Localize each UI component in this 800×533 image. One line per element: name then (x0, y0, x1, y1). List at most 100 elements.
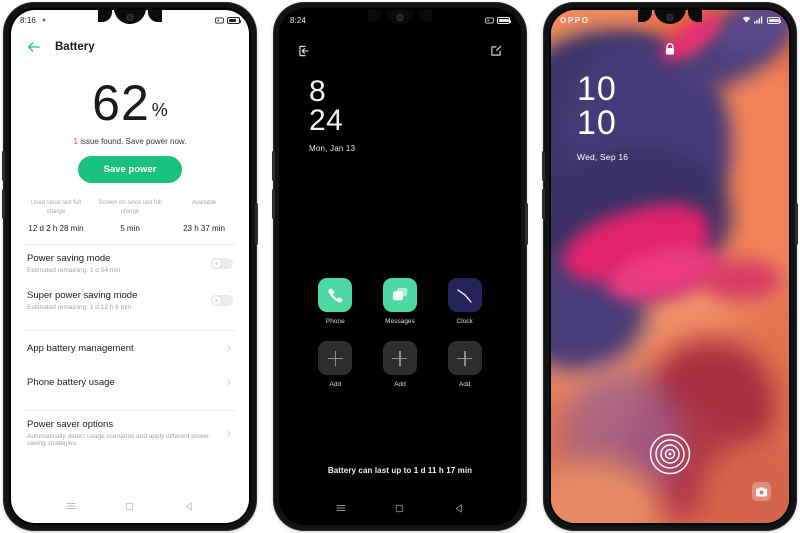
status-time: 8:16 (20, 15, 36, 25)
percent-symbol: % (151, 100, 168, 120)
plus-icon (447, 341, 482, 375)
screenshot-canvas: 8:16 Battery 62 % 1 issue found. Save po… (0, 0, 800, 533)
lock-icon (664, 42, 677, 57)
clock-date: Wed, Sep 16 (577, 152, 629, 162)
stat-label: Available (191, 200, 217, 206)
battery-app-bar: Battery (11, 30, 249, 64)
row-app-battery-management[interactable]: App battery management (11, 331, 249, 365)
app-label: Phone (325, 318, 345, 325)
screenshot-icon (215, 16, 224, 24)
volume-up-button[interactable] (542, 151, 545, 181)
clock-minute: 10 (577, 104, 617, 142)
edit-icon[interactable] (489, 44, 503, 58)
plus-icon (382, 341, 417, 375)
chevron-right-icon (224, 378, 233, 387)
row-subtitle: Estimated remaining: 1 d 12 h 9 min (27, 304, 132, 311)
power-button[interactable] (795, 203, 798, 245)
app-messages[interactable]: Messages (368, 278, 433, 325)
stat-item: Available 23 h 37 min (167, 199, 241, 233)
save-power-button[interactable]: Save power (77, 156, 183, 183)
stat-label: Used since last full charge (30, 200, 82, 215)
page-title: Battery (55, 41, 95, 53)
home-icon[interactable] (394, 502, 406, 514)
phone-icon (318, 278, 353, 312)
volume-down-button[interactable] (542, 189, 545, 219)
battery-percent-value: 62 (92, 75, 150, 131)
phone1-bezel: 8:16 Battery 62 % 1 issue found. Save po… (9, 8, 251, 525)
issue-count: 1 (73, 137, 78, 146)
fingerprint-icon[interactable] (649, 433, 691, 475)
power-button[interactable] (525, 203, 528, 245)
volume-down-button[interactable] (272, 189, 275, 219)
power-button[interactable] (255, 203, 258, 245)
clock-minute: 24 (309, 103, 344, 137)
status-time: 8:24 (290, 15, 306, 25)
app-add-2[interactable]: Add (368, 341, 433, 388)
row-power-saver-options[interactable]: Power saver options Automatically detect… (11, 411, 249, 455)
clock-hour: 10 (577, 70, 617, 108)
row-title: Phone battery usage (27, 376, 115, 388)
row-subtitle: Estimated remaining: 1 d 54 min (27, 267, 121, 274)
phone3-bezel: OPPO 10 10 Wed, Sep 16 (549, 8, 791, 525)
phone2-navigation-bar (281, 493, 519, 523)
app-add-3[interactable]: Add (432, 341, 497, 388)
stat-item: Screen on since last full charge 5 min (93, 199, 167, 233)
wifi-icon (742, 16, 751, 24)
menu-icon[interactable] (335, 502, 347, 514)
stat-value: 5 min (120, 224, 140, 233)
row-title: App battery management (27, 342, 134, 354)
arrow-left-icon[interactable] (27, 40, 41, 54)
chevron-right-icon (224, 429, 233, 438)
app-phone[interactable]: Phone (303, 278, 368, 325)
clock-date: Mon, Jan 13 (309, 144, 356, 153)
back-icon[interactable] (453, 502, 465, 514)
phone1-status-bar: 8:16 (11, 10, 249, 30)
lock-screen-clock: 10 10 Wed, Sep 16 (577, 72, 628, 162)
volume-up-button[interactable] (2, 151, 5, 181)
app-clock[interactable]: Clock (432, 278, 497, 325)
back-icon[interactable] (183, 500, 195, 512)
stat-value: 23 h 37 min (183, 224, 225, 233)
row-super-power-saving-mode[interactable]: Super power saving mode Estimated remain… (11, 282, 249, 319)
row-power-saving-mode[interactable]: Power saving mode Estimated remaining: 1… (11, 245, 249, 282)
power-saving-mode-toggle[interactable] (211, 258, 233, 269)
battery-icon (767, 16, 781, 24)
battery-icon (227, 16, 241, 24)
phone1-navigation-bar (11, 489, 249, 523)
app-add-1[interactable]: Add (303, 341, 368, 388)
phone-lock-screen: OPPO 10 10 Wed, Sep 16 (542, 3, 798, 530)
issue-text: issue found. Save power now. (80, 137, 187, 146)
home-icon[interactable] (124, 500, 136, 512)
row-title: Super power saving mode (27, 290, 138, 301)
phone-super-power-saving: 8:24 8 24 Mon, Jan 13 Phone Messages Clo… (272, 3, 528, 530)
row-title: Power saver options (27, 419, 114, 430)
stat-item: Used since last full charge 12 d 2 h 28 … (19, 199, 93, 233)
phone2-status-bar: 8:24 (281, 10, 519, 30)
phone-battery-settings: 8:16 Battery 62 % 1 issue found. Save po… (2, 3, 258, 530)
super-power-saving-mode-toggle[interactable] (211, 295, 233, 306)
phone3-status-bar: OPPO (551, 10, 789, 30)
plus-icon (318, 341, 353, 375)
camera-icon[interactable] (752, 482, 771, 501)
signal-icon (754, 16, 764, 24)
stat-label: Screen on since last full charge (98, 200, 162, 215)
battery-content: 62 % 1 issue found. Save power now. Save… (11, 64, 249, 487)
row-phone-battery-usage[interactable]: Phone battery usage (11, 365, 249, 399)
app-label: Add (458, 381, 471, 388)
phone2-screen: 8:24 8 24 Mon, Jan 13 Phone Messages Clo… (281, 10, 519, 523)
app-label: Clock (456, 318, 473, 325)
row-subtitle: Automatically detect usage scenarios and… (27, 433, 212, 447)
issue-message: 1 issue found. Save power now. (11, 137, 249, 146)
clock-icon (447, 278, 482, 312)
clock-hour: 8 (309, 75, 327, 108)
menu-icon[interactable] (65, 500, 77, 512)
super-saving-action-bar (281, 36, 519, 66)
battery-icon (497, 16, 511, 24)
battery-duration-note: Battery can last up to 1 d 11 h 17 min (327, 466, 473, 475)
screenshot-icon (485, 16, 494, 24)
gear-icon (40, 16, 48, 24)
app-label: Add (394, 381, 406, 388)
volume-up-button[interactable] (272, 151, 275, 181)
volume-down-button[interactable] (2, 189, 5, 219)
exit-icon[interactable] (297, 44, 311, 58)
